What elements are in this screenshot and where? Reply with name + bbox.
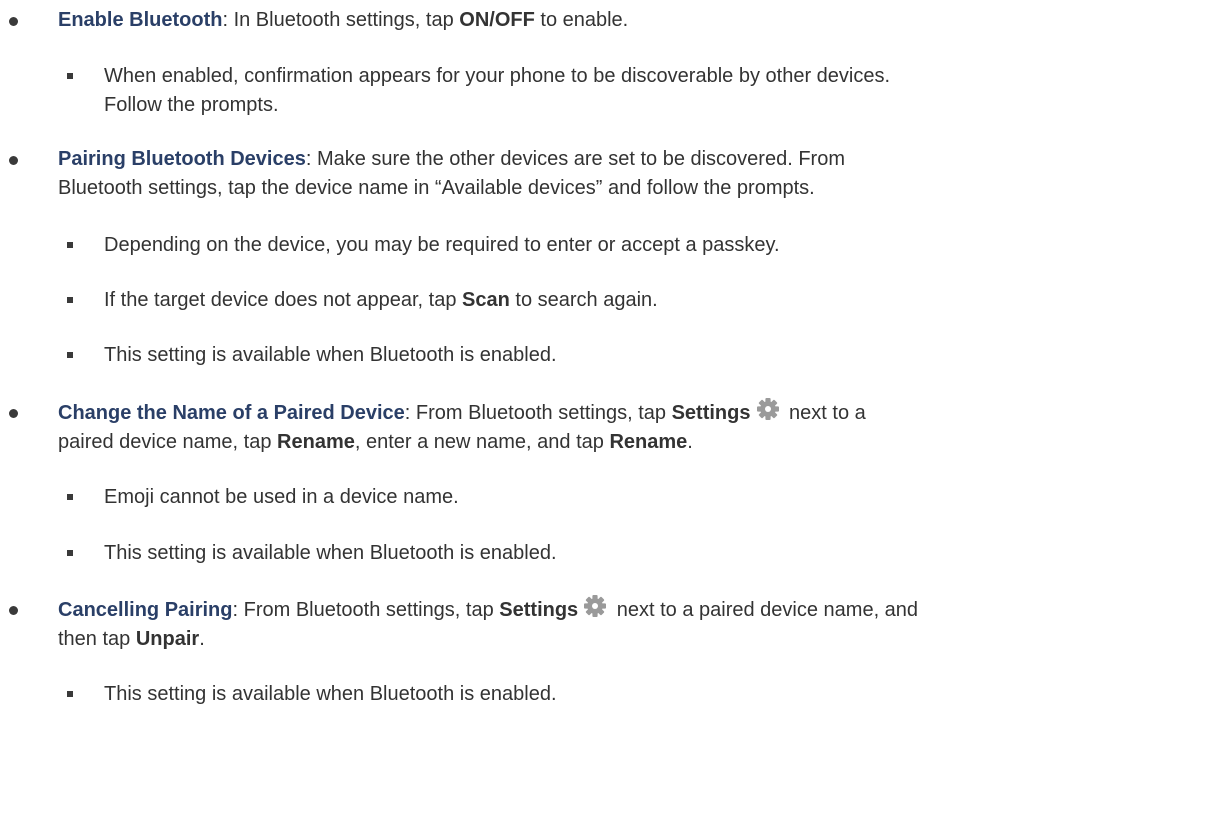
bold-term: Rename	[277, 431, 355, 453]
list-item-text: Change the Name of a Paired Device: From…	[58, 398, 1158, 457]
item-text: : From Bluetooth settings, tap	[404, 402, 672, 424]
item-title: Cancelling Pairing	[58, 599, 233, 621]
item-text: : In Bluetooth settings, tap	[222, 9, 460, 31]
gear-icon	[584, 595, 607, 617]
item-text: then tap	[58, 628, 136, 650]
bold-term: Scan	[462, 289, 510, 311]
item-text: next to a	[783, 402, 866, 424]
sub-item-text: Depending on the device, you may be requ…	[104, 234, 780, 256]
bullet	[9, 409, 18, 418]
item-text: : Make sure the other devices are set to…	[305, 148, 845, 170]
list-item-text: Cancelling Pairing: From Bluetooth setti…	[58, 595, 1158, 654]
bullet	[9, 156, 18, 165]
square-bullet	[67, 494, 73, 500]
bold-term: ON/OFF	[459, 9, 535, 31]
item-text: next to a paired device name, and	[611, 599, 919, 621]
bullet	[9, 17, 18, 26]
square-bullet	[67, 691, 73, 697]
item-text: , enter a new name, and tap	[354, 431, 610, 453]
sub-item-text: This setting is available when Bluetooth…	[104, 542, 557, 564]
square-bullet	[67, 550, 73, 556]
sub-item-text: Emoji cannot be used in a device name.	[104, 486, 459, 508]
text-part: If the target device does not appear, ta…	[104, 289, 463, 311]
item-text: : From Bluetooth settings, tap	[232, 599, 500, 621]
square-bullet	[67, 73, 73, 79]
item-text: .	[199, 628, 205, 650]
bold-term: Unpair	[135, 628, 200, 650]
list-item-text: Enable Bluetooth: In Bluetooth settings,…	[58, 6, 1158, 35]
item-title: Enable Bluetooth	[58, 9, 223, 31]
square-bullet	[67, 242, 73, 248]
item-text: to enable.	[534, 9, 629, 31]
bullet	[9, 606, 18, 615]
bold-term: Rename	[609, 431, 688, 453]
sub-item-text: If the target device does not appear, ta…	[104, 286, 1184, 315]
bold-term: Settings	[671, 402, 751, 424]
sub-item-text: When enabled, confirmation appears for y…	[104, 62, 1184, 120]
list-item-text: Pairing Bluetooth Devices: Make sure the…	[58, 145, 1158, 203]
text-line: Follow the prompts.	[104, 94, 279, 116]
bold-term: Settings	[499, 599, 579, 621]
item-text: .	[687, 431, 693, 453]
text-part: to search again.	[509, 289, 658, 311]
sub-item-text: This setting is available when Bluetooth…	[104, 683, 557, 705]
text-line: When enabled, confirmation appears for y…	[104, 65, 891, 87]
item-title: Pairing Bluetooth Devices	[58, 148, 306, 170]
gear-icon	[756, 398, 779, 420]
bluetooth-settings-page: { "section1": { "title": "Enable Bluetoo…	[0, 0, 1213, 819]
square-bullet	[67, 297, 73, 303]
item-text: paired device name, tap	[58, 431, 278, 453]
item-text: Bluetooth settings, tap the device name …	[58, 177, 815, 199]
item-title: Change the Name of a Paired Device	[58, 402, 405, 424]
sub-item-text: This setting is available when Bluetooth…	[104, 344, 557, 366]
square-bullet	[67, 352, 73, 358]
